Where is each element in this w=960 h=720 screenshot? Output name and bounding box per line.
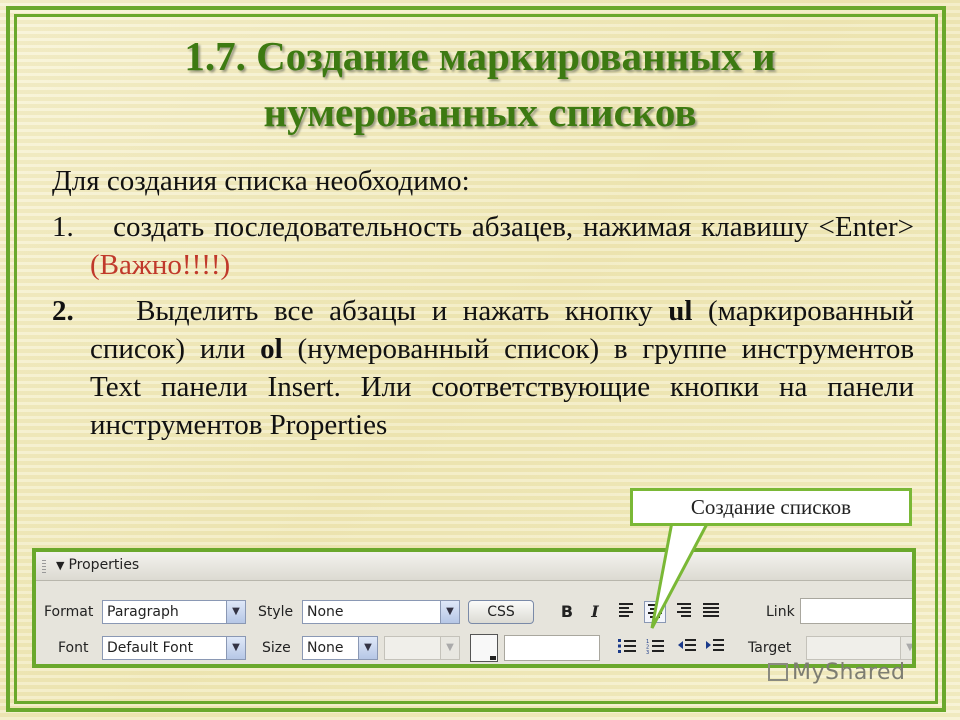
- callout-box: Создание списков: [630, 488, 912, 526]
- callout-pointer: [650, 520, 711, 629]
- watermark-logo-icon: [768, 663, 788, 681]
- watermark: MyShared: [768, 660, 905, 685]
- watermark-text: MyShared: [792, 660, 906, 685]
